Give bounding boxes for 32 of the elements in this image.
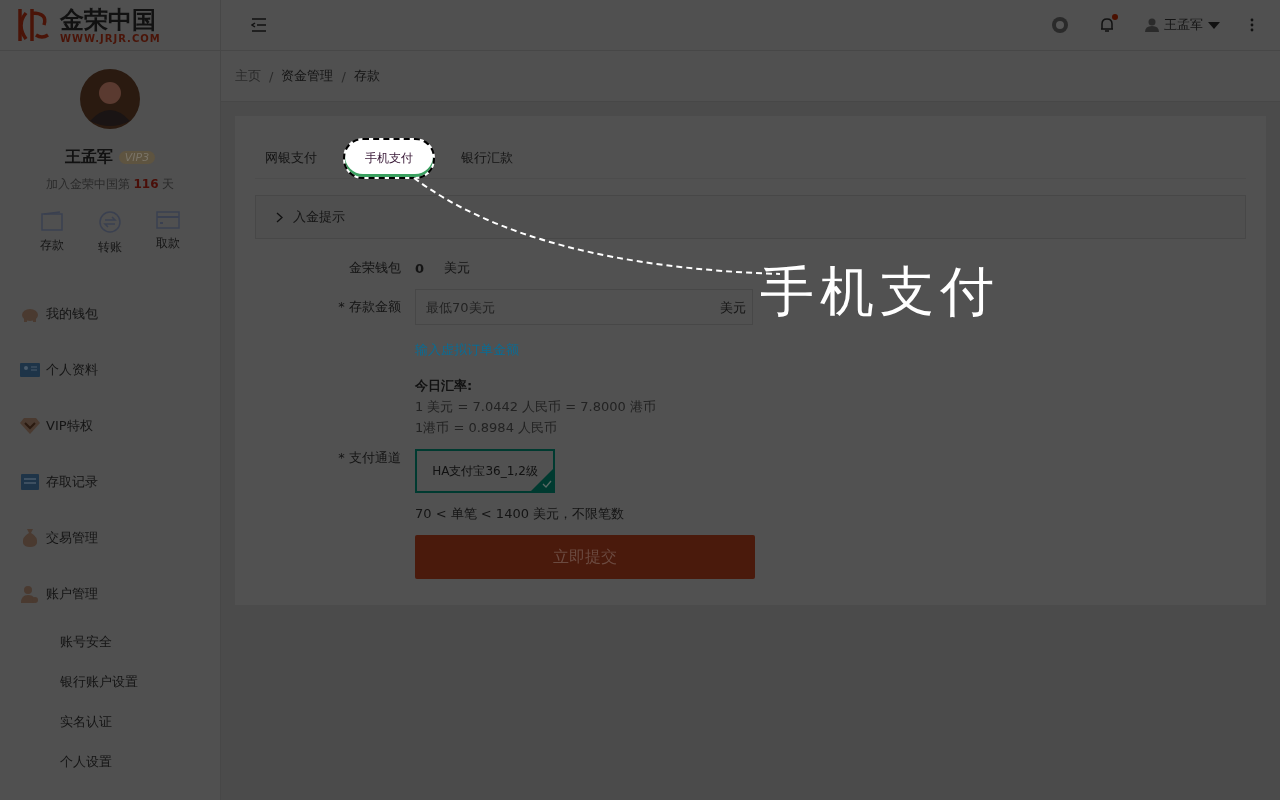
rate-title: 今日汇率: <box>415 377 474 395</box>
piggy-bank-icon <box>20 306 40 322</box>
breadcrumb-separator: / <box>269 68 274 84</box>
logo-name: 金荣中国 <box>60 6 157 33</box>
caret-icon[interactable] <box>1208 21 1220 29</box>
breadcrumb-separator: / <box>341 68 346 84</box>
submenu-item[interactable]: 账号安全 <box>60 633 112 651</box>
diamond-icon <box>20 418 40 434</box>
user-gear-icon <box>20 585 40 603</box>
submenu-item[interactable]: 实名认证 <box>60 713 112 731</box>
currency-unit: 美元 <box>444 259 471 277</box>
avatar-icon <box>80 69 140 129</box>
money-bag-icon <box>20 529 40 547</box>
tab[interactable]: 银行汇款 <box>461 141 513 175</box>
virtual-order-link[interactable]: 输入虚拟订单金额 <box>415 341 519 359</box>
tutorial-caption: 手机支付 <box>760 262 1000 322</box>
menu-item[interactable]: 个人资料 <box>46 361 98 379</box>
user-icon <box>1145 18 1159 32</box>
currency-unit: 美元 <box>720 299 746 317</box>
wallet-balance: 0 <box>415 260 425 276</box>
logo-url: WWW.JRJR.COM <box>60 32 161 44</box>
quick-action-label[interactable]: 存款 <box>40 237 64 254</box>
user-name: 王孟军 <box>64 147 113 168</box>
id-card-icon <box>20 363 40 377</box>
form-label: 金荣钱包 <box>348 259 401 277</box>
limit-text: 70 < 单笔 < 1400 美元，不限笔数 <box>415 505 625 523</box>
list-icon <box>20 474 40 490</box>
user-menu[interactable]: 王孟军 <box>1164 16 1203 34</box>
bell-icon[interactable] <box>1099 17 1115 33</box>
tab[interactable]: 手机支付 <box>343 137 435 179</box>
more-icon[interactable] <box>1250 18 1254 32</box>
menu-icon[interactable] <box>251 18 267 32</box>
